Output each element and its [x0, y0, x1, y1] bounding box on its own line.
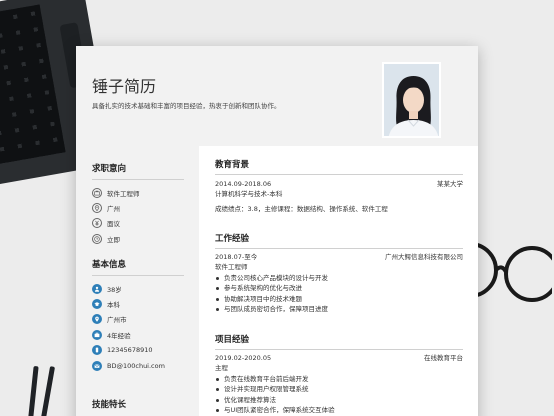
mail-icon	[92, 360, 102, 371]
job-intent-item: 软件工程师	[92, 185, 184, 200]
work-date: 2018.07-至今	[215, 253, 258, 261]
pen-image	[26, 365, 39, 416]
project-bullet-list: 负责在线教育平台前后端开发 设计并实现用户权限管理系统 优化课程推荐算法 与UI…	[215, 374, 463, 416]
resume-name: 锤子简历	[92, 77, 157, 96]
work-bullet: 协助解决项目中的技术难题	[215, 294, 463, 304]
job-intent-title: 求职意向	[92, 164, 127, 174]
work-row: 2018.07-至今 广州大鳄信息科技有限公司	[215, 252, 463, 262]
graduation-cap-icon	[92, 299, 102, 310]
location-icon	[92, 203, 102, 214]
divider	[215, 248, 463, 249]
work-title: 工作经验	[215, 234, 250, 244]
pen-image	[37, 366, 56, 416]
clock-icon	[92, 233, 102, 244]
project-row: 2019.02-2020.05 在线教育平台	[215, 353, 463, 363]
education-title: 教育背景	[215, 160, 250, 170]
salary-icon	[92, 218, 102, 229]
resume-sheet: 锤子简历 具备扎实的技术基础和丰富的项目经验，热衷于创新和团队协作。 求职意向 …	[76, 46, 478, 416]
basic-info-city: 广州市	[107, 316, 127, 325]
basic-info-age: 38岁	[107, 285, 122, 294]
basic-info-item: 4年经验	[92, 327, 184, 342]
work-company: 广州大鳄信息科技有限公司	[385, 253, 463, 261]
project-org: 在线教育平台	[424, 354, 463, 362]
job-intent-city: 广州	[107, 205, 120, 214]
work-bullet: 参与系统架构的优化与改进	[215, 283, 463, 293]
work-section: 工作经验 2018.07-至今 广州大鳄信息科技有限公司 软件工程师 负责公司核…	[215, 232, 463, 315]
project-title: 项目经验	[215, 335, 250, 345]
resume-intro: 具备扎实的技术基础和丰富的项目经验，热衷于创新和团队协作。	[92, 102, 281, 110]
job-intent-availability: 立即	[107, 235, 120, 244]
basic-info-degree: 本科	[107, 301, 120, 310]
briefcase-icon	[92, 187, 102, 198]
basic-info-item: 广州市	[92, 312, 184, 327]
portrait-image	[384, 64, 439, 136]
basic-info-phone: 12345678910	[107, 346, 153, 355]
divider	[92, 275, 184, 276]
education-detail: 成绩绩点：3.8，主修课程：数据结构、操作系统、软件工程	[215, 205, 388, 213]
basic-info-section: 基本信息 38岁 本科 广州市 4年经验 12345678910 BD@100c…	[92, 258, 184, 373]
basic-info-email: BD@100chui.com	[107, 361, 165, 370]
education-section: 教育背景 2014.09-2018.06 某某大学 计算机科学与技术-本科 成绩…	[215, 158, 463, 214]
project-role: 主程	[215, 364, 228, 372]
basic-info-item: 12345678910	[92, 343, 184, 358]
education-row: 2014.09-2018.06 某某大学	[215, 179, 463, 189]
basic-info-item: 本科	[92, 296, 184, 311]
resume-header: 锤子简历 具备扎实的技术基础和丰富的项目经验，热衷于创新和团队协作。	[76, 46, 478, 146]
basic-info-list: 38岁 本科 广州市 4年经验 12345678910 BD@100chui.c…	[92, 281, 184, 373]
resume-sidebar: 求职意向 软件工程师 广州 面议 立即 基本信息 38岁 本科 广州市 4年经验…	[76, 146, 199, 416]
divider	[92, 179, 184, 180]
divider	[215, 349, 463, 350]
basic-info-item: 38岁	[92, 281, 184, 296]
profile-photo	[382, 62, 441, 138]
basic-info-item: BD@100chui.com	[92, 358, 184, 373]
project-section: 项目经验 2019.02-2020.05 在线教育平台 主程 负责在线教育平台前…	[215, 333, 463, 416]
skills-title: 技能特长	[92, 400, 127, 410]
job-intent-item: 立即	[92, 231, 184, 246]
laptop-keyboard	[0, 4, 66, 169]
job-intent-position: 软件工程师	[107, 189, 140, 198]
project-bullet: 设计并实现用户权限管理系统	[215, 384, 463, 394]
project-date: 2019.02-2020.05	[215, 354, 272, 362]
project-bullet: 优化课程推荐算法	[215, 395, 463, 405]
job-intent-item: 广州	[92, 200, 184, 215]
project-bullet: 负责在线教育平台前后端开发	[215, 374, 463, 384]
basic-info-experience: 4年经验	[107, 331, 131, 340]
skills-section: 技能特长	[92, 398, 126, 410]
job-intent-salary: 面议	[107, 220, 120, 229]
briefcase-icon	[92, 329, 102, 340]
project-bullet: 与UI团队紧密合作，保障系统交互体验	[215, 405, 463, 415]
phone-icon	[92, 345, 102, 356]
job-intent-list: 软件工程师 广州 面议 立即	[92, 185, 184, 247]
education-major: 计算机科学与技术-本科	[215, 190, 283, 198]
education-school: 某某大学	[437, 180, 463, 188]
job-intent-section: 求职意向 软件工程师 广州 面议 立即	[92, 162, 184, 247]
education-date: 2014.09-2018.06	[215, 180, 272, 188]
work-bullet: 与团队成员密切合作，保障项目进度	[215, 304, 463, 314]
person-icon	[92, 283, 102, 294]
job-intent-item: 面议	[92, 216, 184, 231]
work-position: 软件工程师	[215, 263, 248, 271]
work-bullet-list: 负责公司核心产品模块的设计与开发 参与系统架构的优化与改进 协助解决项目中的技术…	[215, 273, 463, 315]
divider	[215, 174, 463, 175]
location-icon	[92, 314, 102, 325]
basic-info-title: 基本信息	[92, 260, 127, 270]
work-bullet: 负责公司核心产品模块的设计与开发	[215, 273, 463, 283]
